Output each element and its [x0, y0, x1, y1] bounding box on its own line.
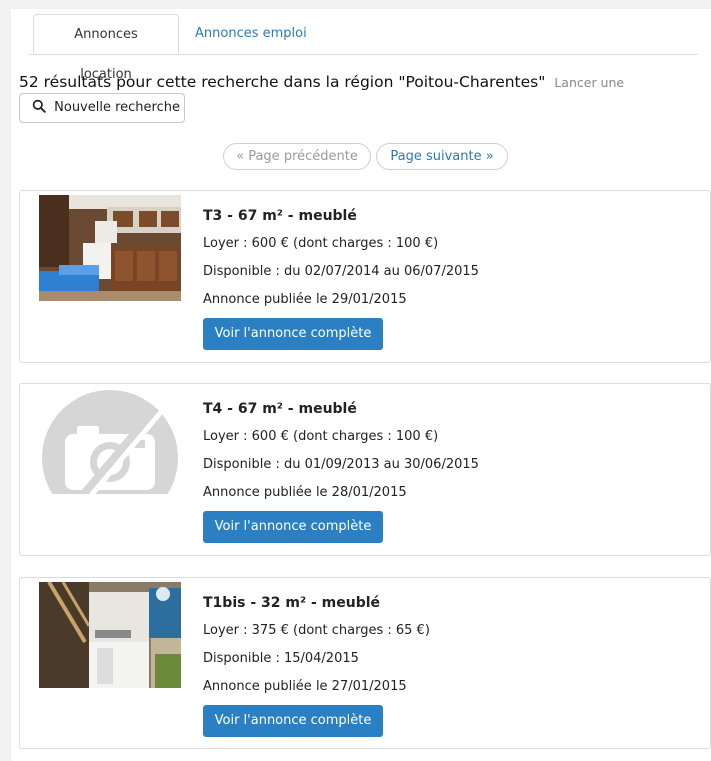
listing-published-date: Annonce publiée le 27/01/2015 — [203, 679, 407, 694]
new-search-button[interactable]: Nouvelle recherche — [19, 93, 185, 123]
listing-published-date: Annonce publiée le 28/01/2015 — [203, 485, 407, 500]
results-summary: 52 résultats pour cette recherche dans l… — [19, 73, 624, 91]
tab-bar: Annonces location Annonces emploi — [28, 14, 698, 82]
search-icon — [32, 99, 46, 113]
next-page-button[interactable]: Page suivante » — [376, 143, 508, 170]
new-search-label: Nouvelle recherche — [54, 100, 180, 115]
kitchen-photo — [39, 195, 181, 301]
listing-rent: Loyer : 375 € (dont charges : 65 €) — [203, 623, 430, 638]
studio-photo — [39, 582, 181, 688]
listing-card: T4 - 67 m² - meublé Loyer : 600 € (dont … — [19, 383, 711, 556]
listing-availability: Disponible : du 02/07/2014 au 06/07/2015 — [203, 264, 479, 279]
no-photo-icon — [42, 390, 178, 494]
listing-published-date: Annonce publiée le 29/01/2015 — [203, 292, 407, 307]
listing-thumbnail[interactable] — [39, 582, 181, 688]
listing-card: T1bis - 32 m² - meublé Loyer : 375 € (do… — [19, 577, 711, 749]
previous-page-button[interactable]: « Page précédente — [223, 143, 371, 170]
listing-title[interactable]: T3 - 67 m² - meublé — [203, 208, 357, 224]
listing-availability: Disponible : du 01/09/2013 au 30/06/2015 — [203, 457, 479, 472]
view-listing-button[interactable]: Voir l'annonce complète — [203, 705, 383, 737]
launch-search-text[interactable]: Lancer une — [554, 75, 624, 90]
listing-card: T3 - 67 m² - meublé Loyer : 600 € (dont … — [19, 190, 711, 363]
view-listing-button[interactable]: Voir l'annonce complète — [203, 318, 383, 350]
listing-thumbnail[interactable] — [39, 195, 181, 301]
listing-thumbnail[interactable] — [39, 388, 181, 494]
view-listing-button[interactable]: Voir l'annonce complète — [203, 511, 383, 543]
listing-title[interactable]: T4 - 67 m² - meublé — [203, 401, 357, 417]
listing-rent: Loyer : 600 € (dont charges : 100 €) — [203, 429, 439, 444]
listing-availability: Disponible : 15/04/2015 — [203, 651, 359, 666]
listing-rent: Loyer : 600 € (dont charges : 100 €) — [203, 236, 439, 251]
tab-annonces-location[interactable]: Annonces location — [33, 14, 179, 82]
listing-title[interactable]: T1bis - 32 m² - meublé — [203, 595, 380, 611]
tab-annonces-emploi[interactable]: Annonces emploi — [195, 14, 307, 54]
results-text: 52 résultats pour cette recherche dans l… — [19, 73, 546, 91]
